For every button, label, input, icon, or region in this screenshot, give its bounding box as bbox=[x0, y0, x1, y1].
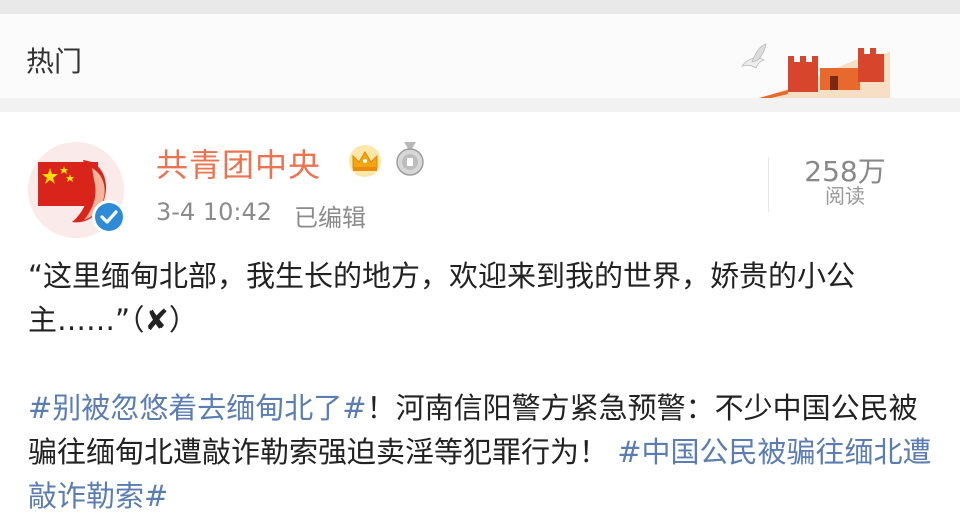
quote-close: ） bbox=[168, 303, 198, 337]
medal-icon[interactable] bbox=[392, 140, 428, 180]
cross-mark-icon: ✘ bbox=[144, 303, 169, 337]
post-quote: “这里缅甸北部，我生长的地方，欢迎来到我的世界，娇贵的小公主……”（✘） bbox=[28, 254, 933, 342]
dove-icon bbox=[740, 43, 767, 69]
read-count-divider bbox=[768, 157, 769, 212]
crown-icon[interactable] bbox=[345, 144, 385, 178]
verified-check-icon bbox=[95, 203, 123, 231]
post-main-text: #别被忽悠着去缅甸北了#！河南信阳警方紧急预警：不少中国公民被骗往缅甸北遭敲诈勒… bbox=[28, 386, 933, 518]
hashtag-link-1[interactable]: #别被忽悠着去缅甸北了# bbox=[28, 391, 367, 425]
post-content: “这里缅甸北部，我生长的地方，欢迎来到我的世界，娇贵的小公主……”（✘） #别被… bbox=[28, 254, 933, 518]
user-name-link[interactable]: 共青团中央 bbox=[156, 140, 321, 186]
hot-section-title: 热门 bbox=[26, 45, 83, 78]
top-strip bbox=[0, 0, 960, 14]
verified-badge bbox=[92, 200, 126, 234]
great-wall-icon bbox=[730, 43, 890, 108]
weibo-post-card[interactable]: 共青团中央 3-4 10:42 已编辑 258万 阅读 “这里缅甸北部，我生长的… bbox=[0, 112, 960, 515]
edited-label[interactable]: 已编辑 bbox=[294, 198, 366, 233]
hot-section-header: 热门 bbox=[0, 14, 960, 108]
section-divider bbox=[0, 98, 960, 112]
post-timestamp: 3-4 10:42 bbox=[156, 198, 272, 226]
read-count-label: 阅读 bbox=[825, 184, 865, 208]
